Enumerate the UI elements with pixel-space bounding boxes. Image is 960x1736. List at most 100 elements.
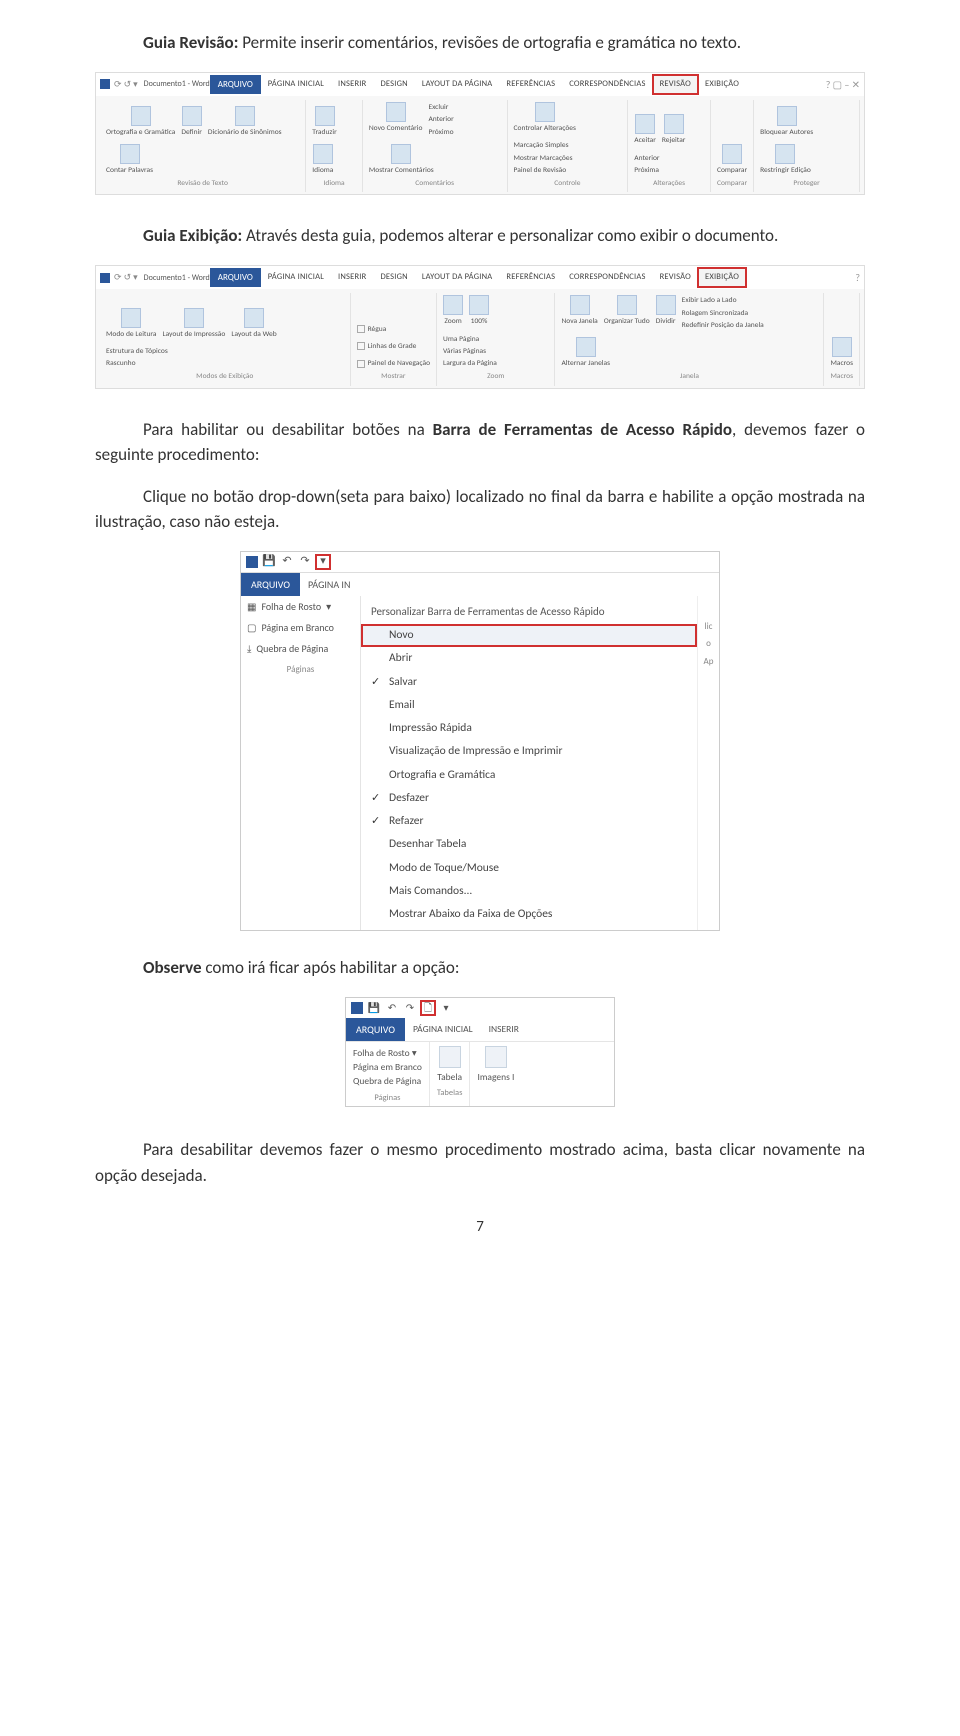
qat-item-visualizacao[interactable]: Visualização de Impressão e Imprimir	[361, 740, 697, 763]
btn-ortografia[interactable]: Ortografia e Gramática	[106, 106, 175, 138]
ribbon1-tab-ref[interactable]: REFERÊNCIAS	[499, 75, 562, 94]
mini-branco[interactable]: Página em Branco	[353, 1060, 422, 1074]
chk-regua[interactable]: Régua	[357, 324, 387, 335]
btn-anterior-coment[interactable]: Anterior	[428, 114, 453, 125]
qat-item-desenhar[interactable]: Desenhar Tabela	[361, 833, 697, 856]
qat-dropdown-icon[interactable]: ▾	[439, 1001, 453, 1015]
ribbon2-tab-rev[interactable]: REVISÃO	[653, 268, 698, 287]
btn-bloquear[interactable]: Bloquear Autores	[760, 106, 813, 138]
ribbon1-tab-design[interactable]: DESIGN	[373, 75, 414, 94]
btn-100[interactable]: 100%	[469, 295, 489, 327]
ribbon2-tab-ref[interactable]: REFERÊNCIAS	[499, 268, 562, 287]
check-icon: ✓	[371, 674, 380, 691]
ribbon1-filetab[interactable]: ARQUIVO	[210, 75, 261, 95]
qat-item-refazer[interactable]: ✓Refazer	[361, 810, 697, 833]
ribbon2-tab-inserir[interactable]: INSERIR	[331, 268, 373, 287]
btn-sinonimos[interactable]: Dicionário de Sinônimos	[208, 106, 282, 138]
mini-filetab[interactable]: ARQUIVO	[346, 1018, 405, 1041]
btn-aceitar[interactable]: Aceitar	[634, 114, 656, 146]
btn-alternar[interactable]: Alternar Janelas	[561, 337, 610, 369]
btn-macros[interactable]: Macros	[830, 337, 853, 369]
btn-uma-pagina[interactable]: Uma Página	[443, 334, 497, 345]
btn-zoom[interactable]: Zoom	[443, 295, 463, 327]
btn-excluir-coment[interactable]: Excluir	[428, 102, 453, 113]
btn-proximo-coment[interactable]: Próximo	[428, 127, 453, 138]
qat-item-impressao[interactable]: Impressão Rápida	[361, 717, 697, 740]
btn-idioma[interactable]: Idioma	[312, 144, 333, 176]
mini-tab-inicio[interactable]: PÁGINA INICIAL	[405, 1018, 481, 1041]
ribbon1-tab-corr[interactable]: CORRESPONDÊNCIAS	[562, 75, 652, 94]
sel-marcacao[interactable]: Marcação Simples	[514, 140, 573, 151]
ribbon1-window-controls[interactable]: ? ▢ – ✕	[826, 77, 860, 92]
redo-icon[interactable]: ↷	[403, 1001, 417, 1015]
left-branco[interactable]: ▢Página em Branco	[241, 617, 360, 638]
btn-nova-janela[interactable]: Nova Janela	[561, 295, 597, 327]
ribbon2-tab-design[interactable]: DESIGN	[373, 268, 414, 287]
ribbon2-filetab[interactable]: ARQUIVO	[210, 268, 261, 288]
ribbon2-tab-exib[interactable]: EXIBIÇÃO	[698, 268, 746, 287]
btn-restringir[interactable]: Restringir Edição	[760, 144, 811, 176]
btn-layout-impr[interactable]: Layout de Impressão	[162, 308, 225, 340]
ribbon2-window-controls[interactable]: ?	[855, 270, 860, 285]
qat-filetab[interactable]: ARQUIVO	[241, 573, 300, 596]
left-quebra[interactable]: ⤓Quebra de Página	[241, 638, 360, 659]
btn-alt-proxima[interactable]: Próxima	[634, 165, 659, 176]
mini-tab-inserir[interactable]: INSERIR	[481, 1018, 527, 1041]
btn-comparar[interactable]: Comparar	[717, 144, 747, 176]
ribbon1-tab-exib[interactable]: EXIBIÇÃO	[698, 75, 746, 94]
qat-item-novo[interactable]: Novo	[361, 624, 697, 647]
btn-alt-anterior[interactable]: Anterior	[634, 153, 659, 164]
btn-lado-a-lado[interactable]: Exibir Lado a Lado	[682, 295, 764, 306]
new-doc-icon[interactable]: 🗋	[421, 1001, 435, 1015]
btn-painel-rev[interactable]: Painel de Revisão	[514, 165, 573, 176]
ribbon2-tab-inicio[interactable]: PÁGINA INICIAL	[261, 268, 331, 287]
btn-mostrar-marc[interactable]: Mostrar Marcações	[514, 153, 573, 164]
btn-organizar[interactable]: Organizar Tudo	[604, 295, 650, 327]
qat-item-abrir[interactable]: Abrir	[361, 647, 697, 670]
btn-estrutura[interactable]: Estrutura de Tópicos	[106, 346, 168, 357]
qat-othertab[interactable]: PÁGINA IN	[300, 573, 358, 596]
qat-item-ortografia[interactable]: Ortografia e Gramática	[361, 764, 697, 787]
mini-quebra[interactable]: Quebra de Página	[353, 1074, 422, 1088]
qat-item-desfazer[interactable]: ✓Desfazer	[361, 787, 697, 810]
left-folha[interactable]: ▦Folha de Rosto ▾	[241, 596, 360, 617]
image-icon[interactable]	[485, 1046, 507, 1068]
mini-folha[interactable]: Folha de Rosto ▾	[353, 1046, 422, 1060]
ribbon1-tab-inicio[interactable]: PÁGINA INICIAL	[261, 75, 331, 94]
ribbon2-tab-corr[interactable]: CORRESPONDÊNCIAS	[562, 268, 652, 287]
redo-icon[interactable]: ↷	[298, 555, 312, 569]
btn-rolagem[interactable]: Rolagem Sincronizada	[682, 308, 764, 319]
btn-rascunho[interactable]: Rascunho	[106, 358, 168, 369]
undo-icon[interactable]: ↶	[385, 1001, 399, 1015]
ribbon2-tab-layout[interactable]: LAYOUT DA PÁGINA	[415, 268, 500, 287]
btn-contar[interactable]: Contar Palavras	[106, 144, 153, 176]
btn-controlar[interactable]: Controlar Alterações	[514, 102, 576, 134]
qat-item-mais[interactable]: Mais Comandos...	[361, 880, 697, 903]
btn-modo-leitura[interactable]: Modo de Leitura	[106, 308, 156, 340]
qat-item-email[interactable]: Email	[361, 694, 697, 717]
qat-item-salvar[interactable]: ✓Salvar	[361, 671, 697, 694]
ribbon1-tab-revisao[interactable]: REVISÃO	[653, 75, 698, 94]
blank-page-icon: ▢	[247, 620, 256, 635]
btn-largura[interactable]: Largura da Página	[443, 358, 497, 369]
btn-novo-coment[interactable]: Novo Comentário	[369, 102, 423, 134]
qat-dropdown-icon[interactable]: ▾	[316, 555, 330, 569]
save-icon[interactable]: 💾	[262, 555, 276, 569]
chk-navegacao[interactable]: Painel de Navegação	[357, 358, 430, 369]
btn-dividir[interactable]: Dividir	[656, 295, 676, 327]
save-icon[interactable]: 💾	[367, 1001, 381, 1015]
btn-rejeitar[interactable]: Rejeitar	[662, 114, 686, 146]
ribbon1-tab-layout[interactable]: LAYOUT DA PÁGINA	[415, 75, 500, 94]
btn-traduzir[interactable]: Traduzir	[312, 106, 336, 138]
qat-item-toque[interactable]: Modo de Toque/Mouse	[361, 857, 697, 880]
btn-layout-web[interactable]: Layout da Web	[231, 308, 276, 340]
ribbon1-tab-inserir[interactable]: INSERIR	[331, 75, 373, 94]
table-icon[interactable]	[439, 1046, 461, 1068]
undo-icon[interactable]: ↶	[280, 555, 294, 569]
btn-varias-paginas[interactable]: Várias Páginas	[443, 346, 497, 357]
btn-mostrar-coment[interactable]: Mostrar Comentários	[369, 144, 434, 176]
chk-grade[interactable]: Linhas de Grade	[357, 341, 417, 352]
qat-item-mostrar[interactable]: Mostrar Abaixo da Faixa de Opções	[361, 903, 697, 926]
btn-redefinir[interactable]: Redefinir Posição da Janela	[682, 320, 764, 331]
btn-definir[interactable]: Definir	[181, 106, 202, 138]
